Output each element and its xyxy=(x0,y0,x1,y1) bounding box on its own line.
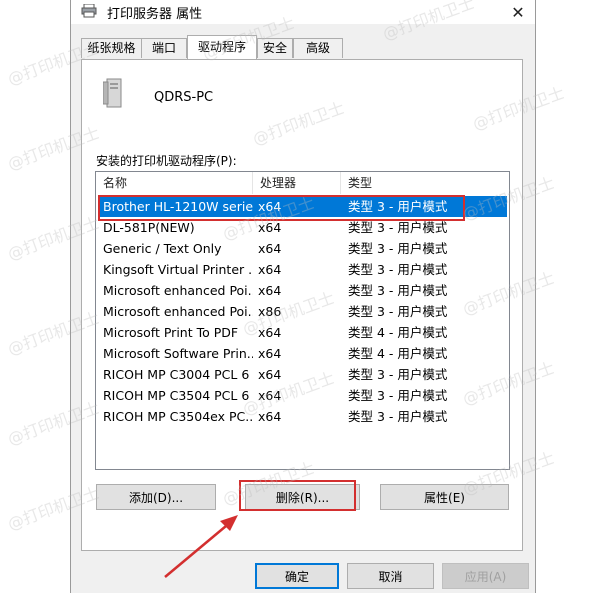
driver-type-cell: 类型 3 - 用户模式 xyxy=(348,409,448,424)
driver-name-cell: RICOH MP C3004 PCL 6 xyxy=(103,367,250,382)
driver-type-cell: 类型 3 - 用户模式 xyxy=(348,367,448,382)
driver-processor-cell: x64 xyxy=(258,409,282,424)
driver-processor-cell: x64 xyxy=(258,325,282,340)
driver-processor-cell: x64 xyxy=(258,199,282,214)
driver-row[interactable]: Kingsoft Virtual Printer ... x64 类型 3 - 用户… xyxy=(98,259,507,280)
driver-list[interactable]: 名称 处理器 类型 Brother HL-1210W series x64 类型 3… xyxy=(95,171,510,470)
driver-type-cell: 类型 3 - 用户模式 xyxy=(348,304,448,319)
driver-name-cell: Microsoft enhanced Poi... xyxy=(103,283,253,298)
driver-type-cell: 类型 3 - 用户模式 xyxy=(348,241,448,256)
driver-name-cell: RICOH MP C3504 PCL 6 xyxy=(103,388,250,403)
close-icon: ✕ xyxy=(511,2,525,22)
title-bar: 打印服务器 属性 ✕ xyxy=(71,0,535,24)
column-header-processor[interactable]: 处理器 xyxy=(253,172,341,194)
driver-row[interactable]: RICOH MP C3504 PCL 6 x64 类型 3 - 用户模式 xyxy=(98,385,507,406)
driver-type-cell: 类型 3 - 用户模式 xyxy=(348,220,448,235)
tab-ports[interactable]: 端口 xyxy=(141,38,187,58)
tab-paper-sizes[interactable]: 纸张规格 xyxy=(81,38,142,58)
printer-icon xyxy=(81,4,97,18)
driver-name-cell: Generic / Text Only xyxy=(103,241,222,256)
driver-name-cell: Kingsoft Virtual Printer ... xyxy=(103,262,253,277)
remove-driver-button[interactable]: 删除(R)... xyxy=(245,484,360,510)
driver-processor-cell: x64 xyxy=(258,241,282,256)
drivers-tab-panel: QDRS-PC 安装的打印机驱动程序(P): 名称 处理器 类型 Brother… xyxy=(81,59,523,551)
driver-type-cell: 类型 3 - 用户模式 xyxy=(348,283,448,298)
driver-processor-cell: x64 xyxy=(258,283,282,298)
driver-row[interactable]: Microsoft enhanced Poi... x64 类型 3 - 用户模式 xyxy=(98,280,507,301)
driver-name-cell: DL-581P(NEW) xyxy=(103,220,195,235)
driver-processor-cell: x86 xyxy=(258,304,282,319)
print-server-properties-dialog: 打印服务器 属性 ✕ 纸张规格 端口 驱动程序 安全 高级 QDRS-PC 安装… xyxy=(70,0,536,593)
driver-name-cell: Brother HL-1210W series xyxy=(103,199,253,214)
driver-processor-cell: x64 xyxy=(258,346,282,361)
driver-row[interactable]: Microsoft Print To PDF x64 类型 4 - 用户模式 xyxy=(98,322,507,343)
driver-type-cell: 类型 3 - 用户模式 xyxy=(348,199,448,214)
driver-row[interactable]: Microsoft enhanced Poi... x86 类型 3 - 用户模式 xyxy=(98,301,507,322)
driver-processor-cell: x64 xyxy=(258,388,282,403)
driver-row[interactable]: Brother HL-1210W series x64 类型 3 - 用户模式 xyxy=(98,196,507,217)
driver-row[interactable]: DL-581P(NEW) x64 类型 3 - 用户模式 xyxy=(98,217,507,238)
driver-type-cell: 类型 3 - 用户模式 xyxy=(348,262,448,277)
driver-name-cell: Microsoft Software Prin... xyxy=(103,346,253,361)
driver-row[interactable]: Generic / Text Only x64 类型 3 - 用户模式 xyxy=(98,238,507,259)
tab-security[interactable]: 安全 xyxy=(257,38,293,58)
computer-tower-icon xyxy=(103,78,122,108)
close-button[interactable]: ✕ xyxy=(501,0,535,24)
ok-button[interactable]: 确定 xyxy=(255,563,339,589)
add-driver-button[interactable]: 添加(D)... xyxy=(96,484,216,510)
driver-type-cell: 类型 3 - 用户模式 xyxy=(348,388,448,403)
driver-name-cell: RICOH MP C3504ex PC... xyxy=(103,409,253,424)
driver-row[interactable]: Microsoft Software Prin... x64 类型 4 - 用户模式 xyxy=(98,343,507,364)
driver-processor-cell: x64 xyxy=(258,262,282,277)
driver-processor-cell: x64 xyxy=(258,367,282,382)
column-header-name[interactable]: 名称 xyxy=(96,172,253,194)
driver-row[interactable]: RICOH MP C3004 PCL 6 x64 类型 3 - 用户模式 xyxy=(98,364,507,385)
driver-list-header: 名称 处理器 类型 xyxy=(96,172,509,194)
driver-name-cell: Microsoft Print To PDF xyxy=(103,325,239,340)
tab-drivers[interactable]: 驱动程序 xyxy=(187,35,257,59)
tab-advanced[interactable]: 高级 xyxy=(293,38,343,58)
driver-properties-button[interactable]: 属性(E) xyxy=(380,484,509,510)
window-title: 打印服务器 属性 xyxy=(107,7,203,22)
driver-processor-cell: x64 xyxy=(258,220,282,235)
column-header-type[interactable]: 类型 xyxy=(341,172,509,194)
server-name: QDRS-PC xyxy=(154,90,214,105)
driver-type-cell: 类型 4 - 用户模式 xyxy=(348,325,448,340)
apply-button[interactable]: 应用(A) xyxy=(442,563,529,589)
installed-drivers-label: 安装的打印机驱动程序(P): xyxy=(96,154,237,168)
driver-name-cell: Microsoft enhanced Poi... xyxy=(103,304,253,319)
driver-row[interactable]: RICOH MP C3504ex PC... x64 类型 3 - 用户模式 xyxy=(98,406,507,427)
cancel-button[interactable]: 取消 xyxy=(347,563,434,589)
driver-type-cell: 类型 4 - 用户模式 xyxy=(348,346,448,361)
